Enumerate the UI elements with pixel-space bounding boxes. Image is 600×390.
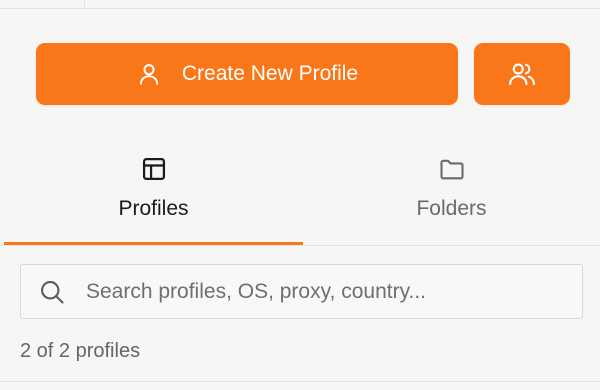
tab-profiles-label: Profiles (118, 197, 189, 220)
layout-icon (140, 155, 168, 183)
user-icon (136, 61, 162, 87)
search-icon (38, 278, 66, 306)
create-profile-label: Create New Profile (181, 62, 359, 85)
users-icon (507, 59, 537, 89)
folder-icon (438, 155, 466, 183)
profile-count: 2 of 2 profiles (20, 340, 141, 362)
team-button[interactable] (474, 43, 570, 105)
top-divider (84, 0, 85, 8)
search-box (20, 264, 583, 319)
create-profile-button[interactable]: Create New Profile (36, 43, 458, 105)
search-input[interactable] (86, 279, 556, 304)
tab-folders[interactable]: Folders (303, 140, 600, 246)
bottom-divider (0, 381, 600, 382)
tabs-divider (0, 245, 600, 246)
tab-folders-label: Folders (416, 197, 487, 220)
tab-profiles[interactable]: Profiles (4, 140, 303, 246)
top-strip (0, 0, 600, 9)
